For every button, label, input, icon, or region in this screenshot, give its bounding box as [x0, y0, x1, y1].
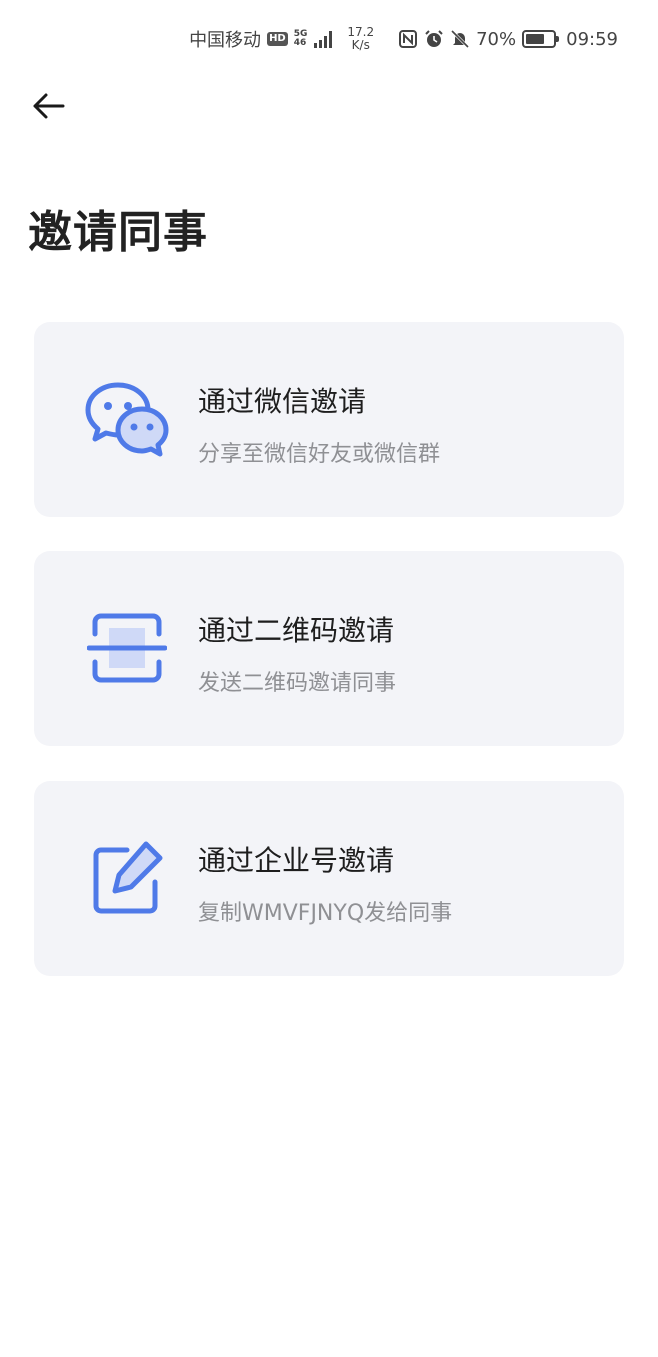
qr-scan-icon	[84, 605, 170, 691]
invite-qrcode-card[interactable]: 通过二维码邀请 发送二维码邀请同事	[34, 551, 624, 746]
network-speed: 17.2 K/s	[347, 26, 374, 52]
card-title: 通过二维码邀请	[198, 614, 395, 647]
battery-fill	[526, 34, 545, 44]
arrow-left-icon	[33, 93, 65, 119]
card-title: 通过企业号邀请	[198, 844, 395, 877]
signal-icon	[314, 31, 333, 48]
edit-icon	[84, 835, 170, 921]
battery-icon	[522, 30, 560, 48]
mute-bell-icon	[451, 29, 470, 49]
card-subtitle: 分享至微信好友或微信群	[198, 442, 441, 467]
status-bar: 中国移动 HD 5G 46 17.2 K/s 70% 09:59	[0, 0, 658, 78]
battery-percent: 70%	[476, 28, 517, 50]
network-type-bottom: 46	[293, 38, 307, 48]
back-button[interactable]	[26, 84, 70, 128]
hd-badge: HD	[267, 32, 288, 46]
system-icons: 70% 09:59	[398, 29, 618, 50]
carrier-name: 中国移动	[189, 30, 262, 51]
speed-unit: K/s	[351, 38, 370, 52]
invite-wechat-card[interactable]: 通过微信邀请 分享至微信好友或微信群	[34, 322, 624, 517]
network-type: 5G 46	[294, 30, 308, 48]
card-subtitle: 复制WMVFJNYQ发给同事	[198, 901, 453, 926]
nfc-icon	[399, 30, 418, 48]
card-subtitle: 发送二维码邀请同事	[198, 671, 397, 696]
wechat-icon	[84, 376, 170, 462]
invite-enterprise-card[interactable]: 通过企业号邀请 复制WMVFJNYQ发给同事	[34, 781, 624, 976]
card-title: 通过微信邀请	[198, 385, 367, 418]
carrier-group: 中国移动 HD 5G 46 17.2 K/s	[189, 26, 374, 52]
page-title: 邀请同事	[28, 207, 208, 258]
alarm-icon	[425, 30, 443, 47]
clock: 09:59	[566, 28, 618, 50]
